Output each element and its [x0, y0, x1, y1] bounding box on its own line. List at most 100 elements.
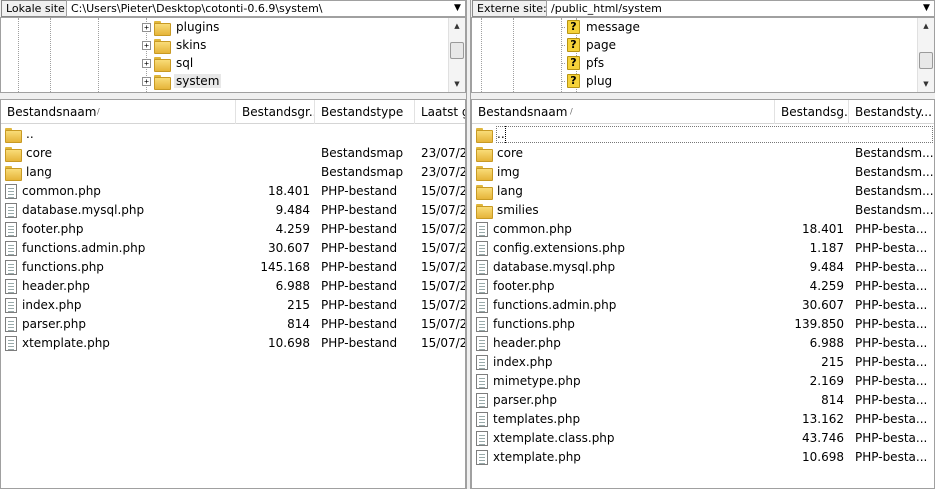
- column-header-size[interactable]: Bestandsg...: [775, 100, 849, 124]
- plus-expander-icon[interactable]: +: [142, 76, 151, 86]
- local-tree-scrollbar[interactable]: ▲ ▼: [448, 18, 465, 92]
- table-row[interactable]: ..: [472, 125, 934, 144]
- table-row[interactable]: smilies Bestandsm...: [472, 201, 934, 220]
- file-name-cell: database.mysql.php: [476, 258, 775, 277]
- tree-node[interactable]: + system: [142, 72, 222, 90]
- table-row[interactable]: xtemplate.php 10.698 PHP-bestand 15/07/20: [1, 334, 465, 353]
- tree-node[interactable]: ? pfs: [561, 54, 606, 72]
- file-icon: [476, 222, 488, 237]
- column-header-size[interactable]: Bestandsgr...: [236, 100, 315, 124]
- scroll-up-icon[interactable]: ▲: [918, 18, 934, 34]
- table-row[interactable]: xtemplate.class.php 43.746 PHP-besta...: [472, 429, 934, 448]
- column-header-modified[interactable]: Laatst ge: [415, 100, 465, 124]
- table-row[interactable]: config.extensions.php 1.187 PHP-besta...: [472, 239, 934, 258]
- tree-node[interactable]: + plugins: [142, 18, 221, 36]
- file-name: ..: [496, 125, 506, 144]
- file-name: functions.admin.php: [22, 241, 146, 255]
- table-row[interactable]: xtemplate.php 10.698 PHP-besta...: [472, 448, 934, 467]
- file-name: core: [26, 146, 52, 160]
- plus-expander-icon[interactable]: +: [142, 58, 151, 68]
- file-type: PHP-bestand: [321, 203, 398, 217]
- file-icon: [5, 184, 17, 199]
- table-row[interactable]: header.php 6.988 PHP-bestand 15/07/20: [1, 277, 465, 296]
- table-row[interactable]: parser.php 814 PHP-besta...: [472, 391, 934, 410]
- file-icon: [476, 279, 488, 294]
- scroll-up-icon[interactable]: ▲: [449, 18, 465, 34]
- scrollbar-thumb[interactable]: [919, 52, 933, 69]
- remote-directory-tree[interactable]: ? message? page? pfs? plug ▲ ▼: [471, 17, 935, 93]
- file-size: [236, 163, 310, 182]
- table-row[interactable]: database.mysql.php 9.484 PHP-bestand 15/07/…: [1, 201, 465, 220]
- file-name-cell: index.php: [476, 353, 775, 372]
- file-name: smilies: [497, 203, 539, 217]
- remote-file-list[interactable]: Bestandsnaam / Bestandsg... Bestandsty..…: [471, 99, 935, 489]
- file-name-cell: xtemplate.php: [476, 448, 775, 467]
- file-type: PHP-besta...: [855, 317, 928, 331]
- remote-path-combobox[interactable]: /public_html/system ▼: [546, 0, 935, 17]
- table-row[interactable]: common.php 18.401 PHP-bestand 15/07/20: [1, 182, 465, 201]
- file-icon: [476, 241, 488, 256]
- local-directory-tree[interactable]: + plugins + skins + sql + system ▲ ▼: [0, 17, 466, 93]
- tree-guide-line: [481, 18, 482, 92]
- table-row[interactable]: common.php 18.401 PHP-besta...: [472, 220, 934, 239]
- file-size: 139.850: [794, 317, 844, 331]
- table-row[interactable]: footer.php 4.259 PHP-besta...: [472, 277, 934, 296]
- tree-node[interactable]: + skins: [142, 36, 208, 54]
- table-row[interactable]: functions.php 139.850 PHP-besta...: [472, 315, 934, 334]
- column-header-name[interactable]: Bestandsnaam /: [1, 100, 236, 124]
- file-modified: [421, 125, 465, 144]
- tree-node-label: skins: [176, 38, 207, 52]
- file-size: 30.607: [268, 241, 310, 255]
- table-row[interactable]: ..: [1, 125, 465, 144]
- table-row[interactable]: index.php 215 PHP-besta...: [472, 353, 934, 372]
- tree-node[interactable]: ? message: [561, 18, 642, 36]
- scrollbar-thumb[interactable]: [450, 42, 464, 59]
- tree-node[interactable]: ? page: [561, 36, 618, 54]
- scroll-down-icon[interactable]: ▼: [449, 76, 465, 92]
- plus-expander-icon[interactable]: +: [142, 22, 151, 32]
- tree-node[interactable]: ? plug: [561, 72, 614, 90]
- table-row[interactable]: functions.admin.php 30.607 PHP-besta...: [472, 296, 934, 315]
- table-row[interactable]: footer.php 4.259 PHP-bestand 15/07/20: [1, 220, 465, 239]
- local-file-list[interactable]: Bestandsnaam / Bestandsgr... Bestandstyp…: [0, 99, 466, 489]
- file-size: 6.988: [809, 336, 844, 350]
- question-folder-icon: ?: [567, 74, 580, 88]
- table-row[interactable]: img Bestandsm...: [472, 163, 934, 182]
- chevron-down-icon[interactable]: ▼: [451, 2, 464, 15]
- tree-guide-line: [50, 18, 51, 92]
- plus-expander-icon[interactable]: +: [142, 40, 151, 50]
- scroll-down-icon[interactable]: ▼: [918, 76, 934, 92]
- table-row[interactable]: templates.php 13.162 PHP-besta...: [472, 410, 934, 429]
- table-row[interactable]: parser.php 814 PHP-bestand 15/07/20: [1, 315, 465, 334]
- table-row[interactable]: header.php 6.988 PHP-besta...: [472, 334, 934, 353]
- table-row[interactable]: database.mysql.php 9.484 PHP-besta...: [472, 258, 934, 277]
- table-row[interactable]: functions.admin.php 30.607 PHP-bestand 15/0…: [1, 239, 465, 258]
- local-site-pane: Lokale site: C:\Users\Pieter\Desktop\cot…: [0, 0, 466, 489]
- table-row[interactable]: core Bestandsmap 23/07/20: [1, 144, 465, 163]
- table-row[interactable]: mimetype.php 2.169 PHP-besta...: [472, 372, 934, 391]
- file-icon: [5, 241, 17, 256]
- file-name: parser.php: [493, 393, 558, 407]
- column-header-name[interactable]: Bestandsnaam /: [472, 100, 775, 124]
- folder-icon: [154, 38, 171, 54]
- file-name: ..: [26, 127, 34, 141]
- file-icon: [476, 355, 488, 370]
- file-modified: 15/07/20: [421, 260, 465, 274]
- file-name: common.php: [22, 184, 101, 198]
- table-row[interactable]: index.php 215 PHP-bestand 15/07/20: [1, 296, 465, 315]
- folder-icon: [5, 166, 22, 181]
- table-row[interactable]: core Bestandsm...: [472, 144, 934, 163]
- local-path-combobox[interactable]: C:\Users\Pieter\Desktop\cotonti-0.6.9\sy…: [66, 0, 466, 17]
- folder-icon: [5, 128, 22, 143]
- file-icon: [476, 412, 488, 427]
- remote-tree-scrollbar[interactable]: ▲ ▼: [917, 18, 934, 92]
- column-header-type[interactable]: Bestandsty...: [849, 100, 934, 124]
- file-icon: [476, 374, 488, 389]
- table-row[interactable]: functions.php 145.168 PHP-bestand 15/07/20: [1, 258, 465, 277]
- folder-icon: [154, 20, 171, 36]
- chevron-down-icon[interactable]: ▼: [920, 2, 933, 15]
- table-row[interactable]: lang Bestandsmap 23/07/20: [1, 163, 465, 182]
- tree-node[interactable]: + sql: [142, 54, 195, 72]
- table-row[interactable]: lang Bestandsm...: [472, 182, 934, 201]
- column-header-type[interactable]: Bestandstype: [315, 100, 415, 124]
